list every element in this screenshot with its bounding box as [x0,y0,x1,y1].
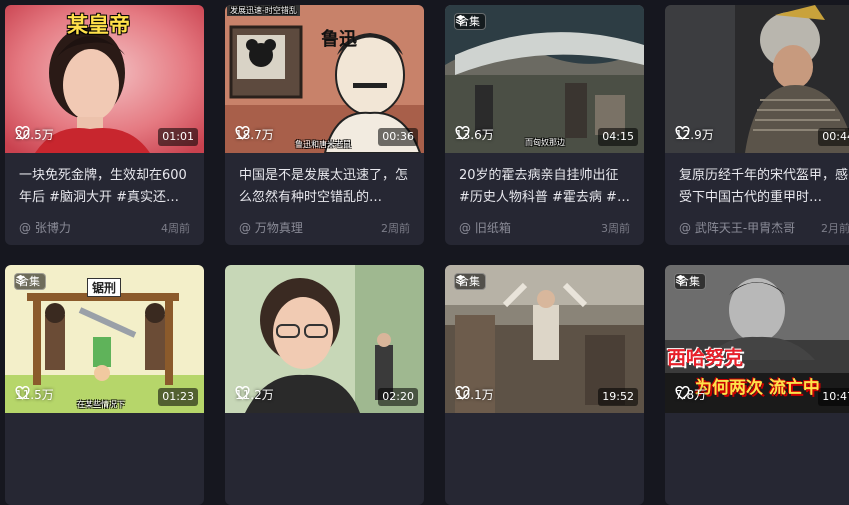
like-count: 11.2万 [235,386,274,403]
collection-badge: 合集 [674,273,706,290]
heart-outline-icon [455,386,470,400]
collection-badge: 合集 [14,273,46,290]
like-count: 10.1万 [455,386,494,403]
video-duration: 00:44 [818,128,849,146]
thumbnail-top-caption: 发展迅速-时空错乱 [227,5,300,16]
video-card[interactable]: 合集 10.1万 19:52 [445,265,644,505]
video-thumbnail[interactable]: 12.9万 00:44 [665,5,849,153]
video-thumbnail[interactable]: 合集 西哈努克 为何两次 流亡中 7.8万 10:47 [665,265,849,413]
video-title[interactable]: 20岁的霍去病亲自挂帅出征 #历史人物科普 #霍去病 #… [459,165,630,209]
author-name[interactable]: @ 旧纸箱 [459,219,511,236]
video-thumbnail[interactable]: 合集 而匈奴那边 13.6万 04:15 [445,5,644,153]
stack-icon [675,274,686,285]
video-duration: 01:01 [158,128,198,146]
thumbnail-caption: 某皇帝 [67,13,130,37]
publish-time: 2月前 [821,221,849,235]
publish-time: 3周前 [601,221,630,235]
video-card[interactable]: 11.2万 02:20 [225,265,424,505]
video-thumbnail[interactable]: 合集 锯刑 在某些情况下 11.5万 01:23 [5,265,204,413]
like-count: 12.9万 [675,126,714,143]
collection-badge: 合集 [454,13,486,30]
video-meta: @ 张博力 4周前 [19,219,190,236]
author-name[interactable]: @ 万物真理 [239,219,303,236]
author-name[interactable]: @ 武阵天王-甲胄杰哥 [679,219,795,236]
like-count: 11.5万 [15,386,54,403]
video-duration: 00:36 [378,128,418,146]
stack-icon [455,14,466,25]
thumbnail-subtitle: 为何两次 流亡中 [695,378,820,398]
video-grid: 某皇帝 20.5万 01:01 一块免死金牌，生效却在600年后 #脑洞大开 #… [5,5,849,505]
video-meta: @ 武阵天王-甲胄杰哥 2月前 [679,219,849,236]
thumbnail-caption: 锯刑 [87,278,122,297]
heart-outline-icon [675,126,690,140]
like-count: 20.5万 [15,126,54,143]
like-count: 18.7万 [235,126,274,143]
thumbnail-subtitle: 而匈奴那边 [525,138,565,147]
video-card[interactable]: 某皇帝 20.5万 01:01 一块免死金牌，生效却在600年后 #脑洞大开 #… [5,5,204,245]
video-title[interactable]: 中国是不是发展太迅速了，怎么忽然有种时空错乱的… [239,165,410,209]
publish-time: 4周前 [161,221,190,235]
video-card[interactable]: 12.9万 00:44 复原历经千年的宋代盔甲，感受下中国古代的重甲时… @ 武… [665,5,849,245]
video-thumbnail[interactable]: 合集 10.1万 19:52 [445,265,644,413]
video-card[interactable]: 合集 锯刑 在某些情况下 11.5万 01:23 [5,265,204,505]
like-count: 13.6万 [455,126,494,143]
video-title[interactable]: 一块免死金牌，生效却在600年后 #脑洞大开 #真实还… [19,165,190,209]
video-title[interactable]: 复原历经千年的宋代盔甲，感受下中国古代的重甲时… [679,165,849,209]
video-meta: @ 万物真理 2周前 [239,219,410,236]
video-duration: 04:15 [598,128,638,146]
collection-badge: 合集 [454,273,486,290]
video-duration: 19:52 [598,388,638,406]
heart-outline-icon [675,386,690,400]
video-thumbnail[interactable]: 11.2万 02:20 [225,265,424,413]
thumbnail-caption: 西哈努克 [667,347,744,369]
video-duration: 02:20 [378,388,418,406]
video-card[interactable]: 合集 西哈努克 为何两次 流亡中 7.8万 10:47 [665,265,849,505]
heart-outline-icon [455,126,470,140]
author-name[interactable]: @ 张博力 [19,219,71,236]
video-thumbnail[interactable]: 某皇帝 20.5万 01:01 [5,5,204,153]
thumbnail-bottom-caption: 鲁迅和唐米老鼠 [295,140,351,149]
video-duration: 10:47 [818,388,849,406]
heart-outline-icon [15,386,30,400]
heart-outline-icon [235,386,250,400]
like-count: 7.8万 [675,386,706,403]
stack-icon [15,274,26,285]
video-card[interactable]: 发展迅速-时空错乱 鲁迅 鲁迅和唐米老鼠 18.7万 00:36 中国是不是发展… [225,5,424,245]
stack-icon [455,274,466,285]
heart-outline-icon [15,126,30,140]
thumbnail-subtitle: 在某些情况下 [77,400,125,409]
video-duration: 01:23 [158,388,198,406]
video-meta: @ 旧纸箱 3周前 [459,219,630,236]
publish-time: 2周前 [381,221,410,235]
thumbnail-caption: 鲁迅 [321,29,357,50]
video-card[interactable]: 合集 而匈奴那边 13.6万 04:15 20岁的霍去病亲自挂帅出征 #历史人物… [445,5,644,245]
heart-outline-icon [235,126,250,140]
video-thumbnail[interactable]: 发展迅速-时空错乱 鲁迅 鲁迅和唐米老鼠 18.7万 00:36 [225,5,424,153]
